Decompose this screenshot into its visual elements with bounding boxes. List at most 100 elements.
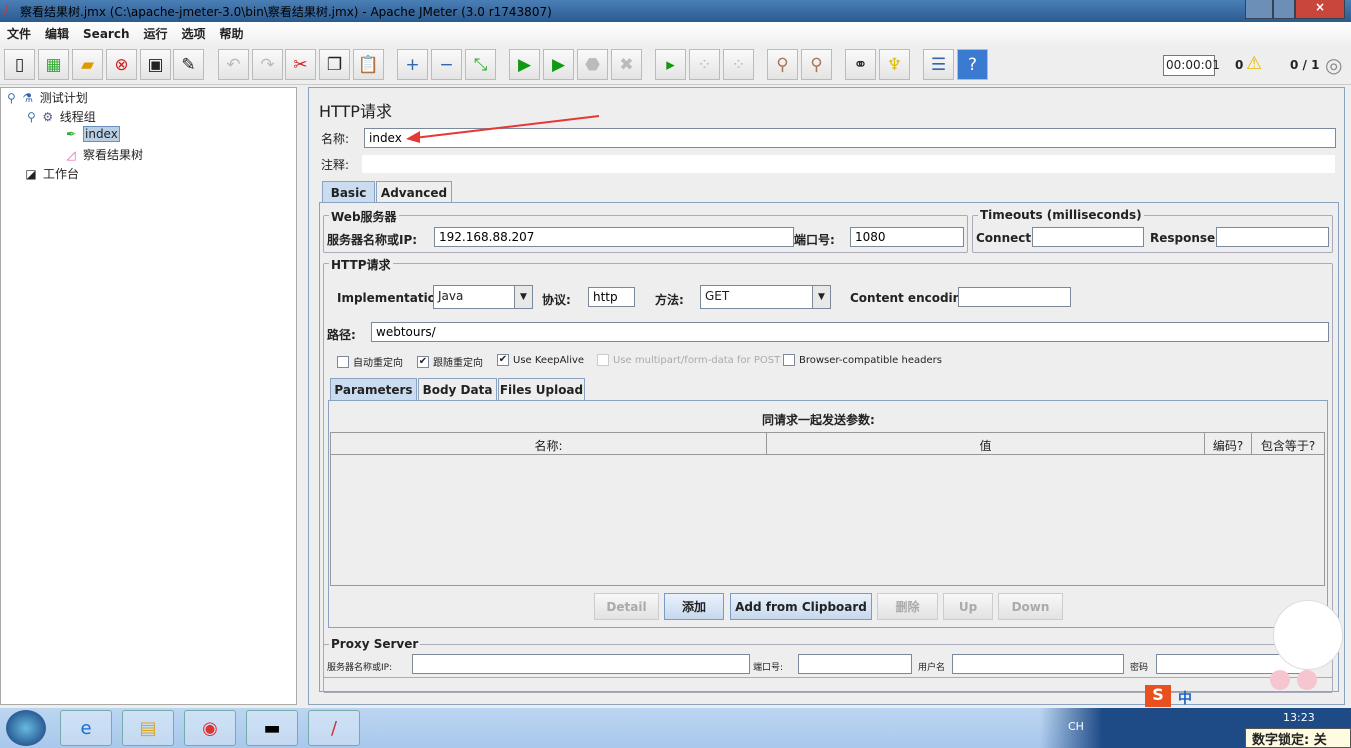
proxy-server-label: 服务器名称或IP: xyxy=(327,663,393,673)
checkbox-label: 自动重定向 xyxy=(353,358,403,369)
search-icon[interactable]: ⚭ xyxy=(845,49,876,80)
start-no-pause-icon[interactable]: ▶ xyxy=(543,49,574,80)
numlock-indicator: 数字锁定: 关 xyxy=(1245,728,1351,748)
tab-parameters[interactable]: Parameters xyxy=(330,378,417,400)
new-icon[interactable]: ▯ xyxy=(4,49,35,80)
menu-file[interactable]: 文件 xyxy=(0,22,38,45)
column-header-encode[interactable]: 编码? xyxy=(1205,433,1252,455)
follow-redirect-checkbox[interactable]: ✔ 跟随重定向 xyxy=(417,354,483,369)
tree-item-thread-group[interactable]: ⚲ ⚙ 线程组 xyxy=(27,108,96,125)
chrome-taskbar-icon[interactable]: ◉ xyxy=(184,710,236,746)
ie-taskbar-icon[interactable]: e xyxy=(60,710,112,746)
proxy-user-field[interactable] xyxy=(952,654,1124,674)
connect-timeout-field[interactable] xyxy=(1032,227,1144,247)
collapse-icon[interactable]: − xyxy=(431,49,462,80)
minimize-button[interactable] xyxy=(1245,0,1273,19)
web-server-title: Web服务器 xyxy=(329,208,399,225)
jmeter-taskbar-icon[interactable]: / xyxy=(308,710,360,746)
warning-icon[interactable]: ⚠ xyxy=(1246,53,1262,74)
undo-icon[interactable]: ↶ xyxy=(218,49,249,80)
copy-icon[interactable]: ❐ xyxy=(319,49,350,80)
delete-button[interactable]: 删除 xyxy=(877,593,938,620)
add-from-clipboard-button[interactable]: Add from Clipboard xyxy=(730,593,872,620)
cmd-taskbar-icon[interactable]: ▬ xyxy=(246,710,298,746)
taskbar: e ▤ ◉ ▬ / CH 13:23 数字锁定: 关 xyxy=(0,708,1351,748)
column-header-include-equals[interactable]: 包含等于? xyxy=(1252,433,1324,455)
start-button[interactable] xyxy=(6,710,46,746)
timeouts-title: Timeouts (milliseconds) xyxy=(978,208,1144,222)
detail-button[interactable]: Detail xyxy=(594,593,659,620)
path-field[interactable] xyxy=(371,322,1329,342)
help-icon[interactable]: ? xyxy=(957,49,988,80)
tab-files-upload[interactable]: Files Upload xyxy=(498,378,585,400)
tree-item-view-results-tree[interactable]: ◿ 察看结果树 xyxy=(63,146,143,163)
reset-search-icon[interactable]: ♆ xyxy=(879,49,910,80)
tree-item-test-plan[interactable]: ⚲ ⚗ 测试计划 xyxy=(7,89,88,106)
up-button[interactable]: Up xyxy=(943,593,993,620)
path-label: 路径: xyxy=(327,328,356,342)
menu-edit[interactable]: 编辑 xyxy=(38,22,76,45)
clear-all-icon[interactable]: ⚲ xyxy=(801,49,832,80)
server-field[interactable] xyxy=(434,227,794,247)
comment-field[interactable] xyxy=(361,154,1336,174)
remote-shutdown-icon[interactable]: ⁘ xyxy=(723,49,754,80)
templates-icon[interactable]: ▦ xyxy=(38,49,69,80)
toggle-icon[interactable]: ⤡ xyxy=(465,49,496,80)
tree-item-workbench[interactable]: ◪ 工作台 xyxy=(23,165,79,182)
proxy-server-field[interactable] xyxy=(412,654,750,674)
tree-item-index[interactable]: ✒ index xyxy=(63,126,120,142)
protocol-field[interactable] xyxy=(588,287,635,307)
multipart-checkbox[interactable]: Use multipart/form-data for POST xyxy=(597,354,780,366)
cut-icon[interactable]: ✂ xyxy=(285,49,316,80)
remote-stop-icon[interactable]: ⁘ xyxy=(689,49,720,80)
restore-button[interactable] xyxy=(1273,0,1295,19)
tab-basic[interactable]: Basic xyxy=(322,181,375,203)
function-helper-icon[interactable]: ☰ xyxy=(923,49,954,80)
ime-mode[interactable]: 中 xyxy=(1178,688,1192,708)
keepalive-checkbox[interactable]: ✔ Use KeepAlive xyxy=(497,354,584,366)
menu-search[interactable]: Search xyxy=(76,24,136,44)
method-select[interactable]: GET ▼ xyxy=(700,285,831,309)
content-encoding-field[interactable] xyxy=(958,287,1071,307)
sogou-ime-icon[interactable]: S xyxy=(1145,685,1171,707)
tab-advanced[interactable]: Advanced xyxy=(376,181,452,203)
remote-start-icon[interactable]: ▸ xyxy=(655,49,686,80)
explorer-taskbar-icon[interactable]: ▤ xyxy=(122,710,174,746)
clock[interactable]: 13:23 xyxy=(1283,711,1315,724)
graph-icon: ◿ xyxy=(66,147,76,162)
page-title: HTTP请求 xyxy=(319,102,392,121)
test-plan-tree: ⚲ ⚗ 测试计划 ⚲ ⚙ 线程组 ✒ index ◿ 察看结果树 ◪ 工作台 xyxy=(0,87,297,705)
implementation-select[interactable]: Java ▼ xyxy=(433,285,533,309)
menu-run[interactable]: 运行 xyxy=(136,22,174,45)
save-icon[interactable]: ▣ xyxy=(140,49,171,80)
close-button[interactable]: × xyxy=(1295,0,1345,19)
response-label: Response: xyxy=(1150,231,1220,245)
start-icon[interactable]: ▶ xyxy=(509,49,540,80)
column-header-name[interactable]: 名称: xyxy=(331,433,767,455)
column-header-value[interactable]: 值 xyxy=(767,433,1205,455)
tree-label: index xyxy=(83,126,120,142)
down-button[interactable]: Down xyxy=(998,593,1063,620)
clear-icon[interactable]: ⚲ xyxy=(767,49,798,80)
port-field[interactable] xyxy=(850,227,964,247)
redo-icon[interactable]: ↷ xyxy=(252,49,283,80)
menu-help[interactable]: 帮助 xyxy=(213,22,251,45)
expand-icon[interactable]: + xyxy=(397,49,428,80)
save-as-icon[interactable]: ✎ xyxy=(173,49,204,80)
menu-options[interactable]: 选项 xyxy=(175,22,213,45)
add-button[interactable]: 添加 xyxy=(664,593,724,620)
response-timeout-field[interactable] xyxy=(1216,227,1329,247)
connect-label: Connect: xyxy=(976,231,1036,245)
chevron-down-icon: ▼ xyxy=(514,286,532,308)
proxy-port-field[interactable] xyxy=(798,654,912,674)
paste-icon[interactable]: 📋 xyxy=(353,49,384,80)
language-indicator[interactable]: CH xyxy=(1068,720,1084,733)
shutdown-icon[interactable]: ✖ xyxy=(611,49,642,80)
close-icon[interactable]: ⊗ xyxy=(106,49,137,80)
browser-headers-checkbox[interactable]: Browser-compatible headers xyxy=(783,354,942,366)
open-icon[interactable]: ▰ xyxy=(72,49,103,80)
stop-icon[interactable]: ⬣ xyxy=(577,49,608,80)
tab-body-data[interactable]: Body Data xyxy=(418,378,497,400)
auto-redirect-checkbox[interactable]: 自动重定向 xyxy=(337,354,403,369)
tree-label: 测试计划 xyxy=(39,91,88,105)
